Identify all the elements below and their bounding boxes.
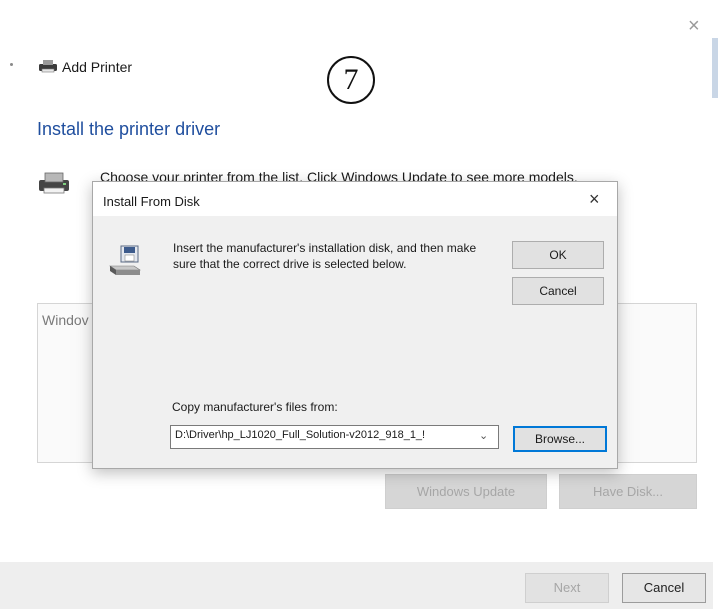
dialog-title: Install From Disk: [103, 194, 200, 209]
wizard-close-button[interactable]: ×: [688, 16, 700, 36]
windows-update-button[interactable]: Windows Update: [385, 474, 547, 509]
next-button[interactable]: Next: [525, 573, 609, 603]
printer-icon: [39, 172, 69, 194]
have-disk-button[interactable]: Have Disk...: [559, 474, 697, 509]
step-number: 7: [327, 56, 375, 104]
step-number-badge: 7: [327, 56, 379, 108]
cancel-button[interactable]: Cancel: [622, 573, 706, 603]
list-item[interactable]: Windov: [42, 312, 89, 328]
page-heading: Install the printer driver: [37, 119, 221, 139]
dialog-cancel-button[interactable]: Cancel: [512, 277, 604, 305]
decorative-dot: [10, 63, 13, 66]
printer-icon: [39, 60, 57, 73]
path-value[interactable]: D:\Driver\hp_LJ1020_Full_Solution-v2012_…: [175, 429, 473, 441]
chevron-down-icon[interactable]: ⌄: [479, 429, 488, 442]
install-from-disk-dialog: Install From Disk × Insert the manufactu…: [92, 181, 618, 469]
window-edge-accent: [712, 38, 718, 98]
dialog-instructions: Insert the manufacturer's installation d…: [173, 241, 477, 271]
dialog-close-button[interactable]: ×: [589, 190, 600, 208]
path-combobox[interactable]: D:\Driver\hp_LJ1020_Full_Solution-v2012_…: [170, 425, 499, 449]
copy-from-label: Copy manufacturer's files from:: [172, 400, 338, 414]
ok-button[interactable]: OK: [512, 241, 604, 269]
wizard-title: Add Printer: [62, 59, 133, 75]
browse-button[interactable]: Browse...: [513, 426, 607, 452]
disk-drive-icon: [109, 245, 141, 275]
